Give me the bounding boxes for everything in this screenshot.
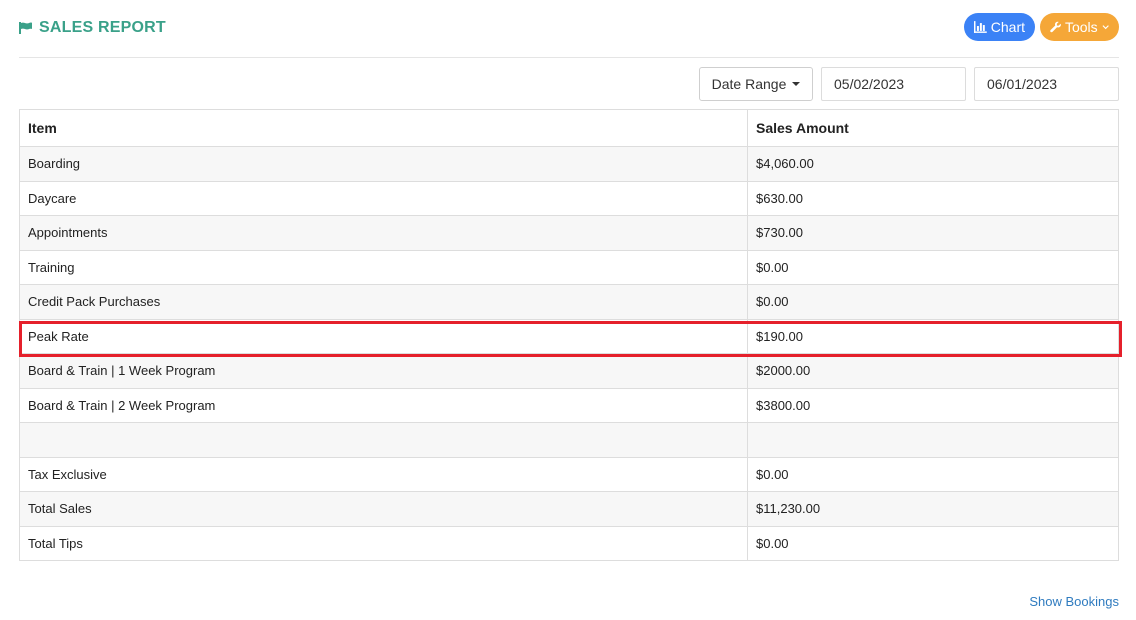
item-cell bbox=[19, 422, 748, 458]
header-actions: Chart Tools bbox=[964, 13, 1119, 41]
date-range-label: Date Range bbox=[711, 76, 787, 92]
table-row: Board & Train | 1 Week Program $2000.00 bbox=[19, 353, 1119, 389]
item-cell: Peak Rate bbox=[19, 318, 748, 354]
chart-button-label: Chart bbox=[990, 19, 1025, 35]
table-row-spacer bbox=[19, 422, 1119, 458]
tools-button[interactable]: Tools bbox=[1040, 13, 1119, 41]
amount-cell: $0.00 bbox=[747, 284, 1119, 320]
amount-cell: $3800.00 bbox=[747, 387, 1119, 423]
item-cell: Board & Train | 2 Week Program bbox=[19, 387, 748, 423]
amount-cell: $11,230.00 bbox=[747, 491, 1119, 527]
item-cell: Boarding bbox=[19, 146, 748, 182]
end-date-input[interactable] bbox=[974, 67, 1119, 101]
wrench-icon bbox=[1050, 21, 1061, 33]
table-row: Training $0.00 bbox=[19, 249, 1119, 285]
item-cell: Credit Pack Purchases bbox=[19, 284, 748, 320]
amount-cell: $0.00 bbox=[747, 456, 1119, 492]
table-row: Total Tips $0.00 bbox=[19, 525, 1119, 561]
amount-cell: $190.00 bbox=[747, 318, 1119, 354]
tools-button-label: Tools bbox=[1064, 19, 1098, 35]
table-row: Credit Pack Purchases $0.00 bbox=[19, 284, 1119, 320]
item-cell: Tax Exclusive bbox=[19, 456, 748, 492]
table-row-highlighted: Peak Rate $190.00 bbox=[19, 318, 1119, 354]
amount-cell: $4,060.00 bbox=[747, 146, 1119, 182]
date-range-button[interactable]: Date Range bbox=[699, 67, 813, 101]
table-header-row: Item Sales Amount bbox=[19, 109, 1119, 147]
table-row: Board & Train | 2 Week Program $3800.00 bbox=[19, 387, 1119, 423]
item-cell: Daycare bbox=[19, 180, 748, 216]
table-row: Total Sales $11,230.00 bbox=[19, 491, 1119, 527]
table-row: Daycare $630.00 bbox=[19, 180, 1119, 216]
column-header-item: Item bbox=[19, 109, 748, 147]
table-row: Appointments $730.00 bbox=[19, 215, 1119, 251]
amount-cell: $0.00 bbox=[747, 249, 1119, 285]
sales-table: Item Sales Amount Boarding $4,060.00 Day… bbox=[19, 109, 1119, 561]
table-row: Boarding $4,060.00 bbox=[19, 146, 1119, 182]
bar-chart-icon bbox=[974, 21, 987, 33]
show-bookings-link[interactable]: Show Bookings bbox=[1029, 594, 1119, 609]
caret-down-icon bbox=[792, 82, 801, 86]
chart-button[interactable]: Chart bbox=[964, 13, 1035, 41]
amount-cell: $2000.00 bbox=[747, 353, 1119, 389]
start-date-input[interactable] bbox=[821, 67, 966, 101]
page-title: SALES REPORT bbox=[19, 18, 166, 38]
item-cell: Total Sales bbox=[19, 491, 748, 527]
sales-report-page: SALES REPORT Chart Tools Date Range 05/0… bbox=[0, 0, 1136, 620]
page-title-text: SALES REPORT bbox=[39, 19, 166, 36]
report-header: SALES REPORT Chart Tools bbox=[19, 0, 1119, 58]
amount-cell: $730.00 bbox=[747, 215, 1119, 251]
flag-icon bbox=[19, 22, 32, 34]
item-cell: Training bbox=[19, 249, 748, 285]
column-header-sales-amount: Sales Amount bbox=[747, 109, 1119, 147]
item-cell: Appointments bbox=[19, 215, 748, 251]
date-filters: Date Range bbox=[699, 67, 1119, 101]
amount-cell: $0.00 bbox=[747, 525, 1119, 561]
table-row: Tax Exclusive $0.00 bbox=[19, 456, 1119, 492]
chevron-down-icon bbox=[1102, 25, 1109, 30]
amount-cell: $630.00 bbox=[747, 180, 1119, 216]
amount-cell bbox=[747, 422, 1119, 458]
item-cell: Total Tips bbox=[19, 525, 748, 561]
item-cell: Board & Train | 1 Week Program bbox=[19, 353, 748, 389]
